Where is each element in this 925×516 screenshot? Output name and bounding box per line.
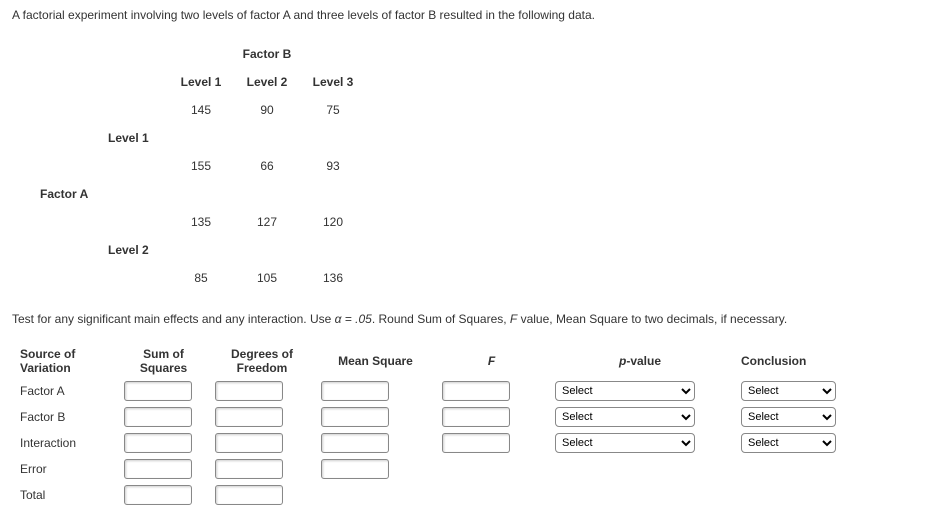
ms-interaction-input[interactable] xyxy=(321,433,389,453)
row-label-factor-b: Factor B xyxy=(12,404,118,430)
data-cell: 90 xyxy=(234,96,300,124)
data-cell: 145 xyxy=(168,96,234,124)
row-label-error: Error xyxy=(12,456,118,482)
data-cell: 85 xyxy=(168,264,234,292)
data-cell: 127 xyxy=(234,208,300,236)
a-level-2: Level 2 xyxy=(100,236,168,264)
conclusion-interaction-select[interactable]: Select xyxy=(741,433,836,453)
b-level-2: Level 2 xyxy=(234,68,300,96)
header-source: Source of Variation xyxy=(12,344,118,378)
df-interaction-input[interactable] xyxy=(215,433,283,453)
ss-factor-a-input[interactable] xyxy=(124,381,192,401)
pvalue-factor-a-select[interactable]: Select xyxy=(555,381,695,401)
conclusion-factor-b-select[interactable]: Select xyxy=(741,407,836,427)
pvalue-interaction-select[interactable]: Select xyxy=(555,433,695,453)
header-df: Degrees of Freedom xyxy=(209,344,315,378)
table-row: Factor A Select Select xyxy=(12,378,869,404)
ss-total-input[interactable] xyxy=(124,485,192,505)
f-factor-a-input[interactable] xyxy=(442,381,510,401)
a-level-1: Level 1 xyxy=(100,124,168,152)
row-label-interaction: Interaction xyxy=(12,430,118,456)
factor-a-title: Factor A xyxy=(32,180,100,208)
data-cell: 66 xyxy=(234,152,300,180)
f-factor-b-input[interactable] xyxy=(442,407,510,427)
header-pvalue: p-value xyxy=(547,344,733,378)
table-row: Interaction Select Select xyxy=(12,430,869,456)
ss-interaction-input[interactable] xyxy=(124,433,192,453)
f-interaction-input[interactable] xyxy=(442,433,510,453)
ms-factor-a-input[interactable] xyxy=(321,381,389,401)
intro-text: A factorial experiment involving two lev… xyxy=(12,8,913,22)
data-cell: 93 xyxy=(300,152,366,180)
ss-error-input[interactable] xyxy=(124,459,192,479)
header-conclusion: Conclusion xyxy=(733,344,869,378)
conclusion-factor-a-select[interactable]: Select xyxy=(741,381,836,401)
table-row: Error xyxy=(12,456,869,482)
ss-factor-b-input[interactable] xyxy=(124,407,192,427)
df-factor-b-input[interactable] xyxy=(215,407,283,427)
df-factor-a-input[interactable] xyxy=(215,381,283,401)
table-row: Factor B Select Select xyxy=(12,404,869,430)
data-cell: 105 xyxy=(234,264,300,292)
factorial-data-table: Factor B Level 1 Level 2 Level 3 145 90 … xyxy=(32,40,366,292)
anova-table: Source of Variation Sum of Squares Degre… xyxy=(12,344,869,508)
data-cell: 135 xyxy=(168,208,234,236)
factor-b-title: Factor B xyxy=(234,40,300,68)
df-error-input[interactable] xyxy=(215,459,283,479)
data-cell: 120 xyxy=(300,208,366,236)
ms-error-input[interactable] xyxy=(321,459,389,479)
header-ss: Sum of Squares xyxy=(118,344,209,378)
header-f: F xyxy=(436,344,547,378)
header-ms: Mean Square xyxy=(315,344,436,378)
table-row: Total xyxy=(12,482,869,508)
data-cell: 155 xyxy=(168,152,234,180)
row-label-total: Total xyxy=(12,482,118,508)
data-cell: 136 xyxy=(300,264,366,292)
b-level-3: Level 3 xyxy=(300,68,366,96)
data-cell: 75 xyxy=(300,96,366,124)
row-label-factor-a: Factor A xyxy=(12,378,118,404)
df-total-input[interactable] xyxy=(215,485,283,505)
b-level-1: Level 1 xyxy=(168,68,234,96)
ms-factor-b-input[interactable] xyxy=(321,407,389,427)
pvalue-factor-b-select[interactable]: Select xyxy=(555,407,695,427)
instruction-text: Test for any significant main effects an… xyxy=(12,312,913,326)
